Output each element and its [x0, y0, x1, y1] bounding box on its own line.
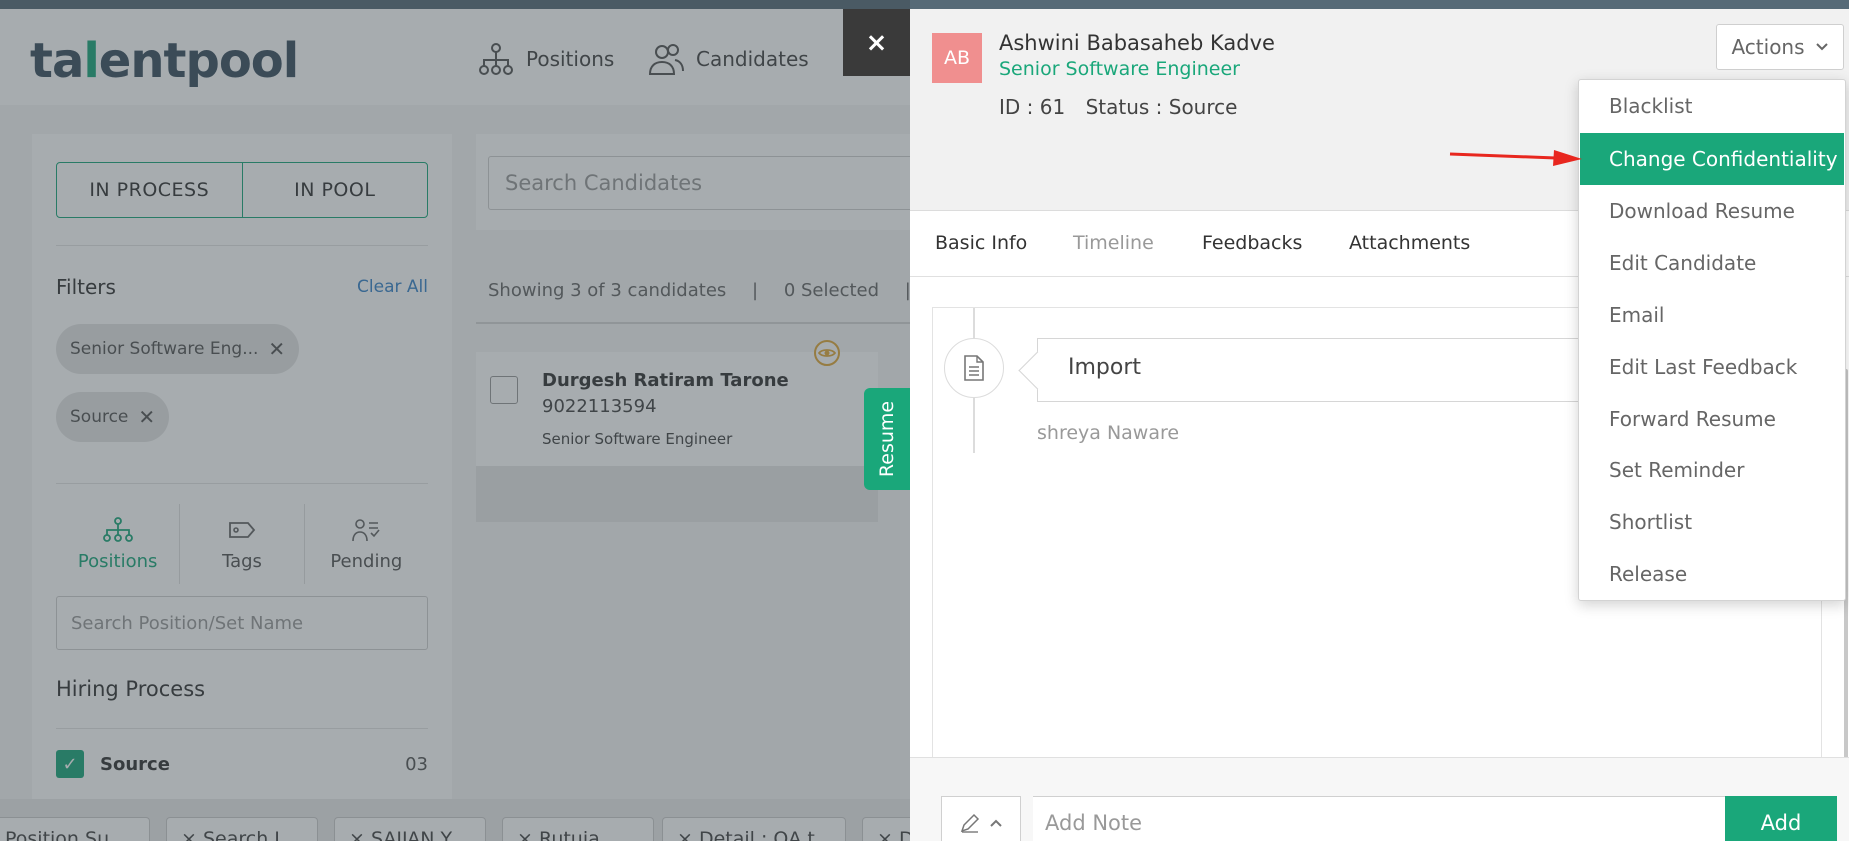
timeline-event-label: Import	[1068, 355, 1142, 380]
actions-label: Actions	[1731, 35, 1805, 59]
menu-item-release[interactable]: Release	[1580, 548, 1844, 600]
menu-item-change-confidentiality[interactable]: Change Confidentiality	[1580, 133, 1844, 185]
menu-item-blacklist[interactable]: Blacklist	[1580, 80, 1844, 132]
resume-tab-label: Resume	[876, 400, 898, 478]
menu-item-shortlist[interactable]: Shortlist	[1580, 496, 1844, 548]
menu-item-set-reminder[interactable]: Set Reminder	[1580, 444, 1844, 496]
candidate-status: Status : Source	[1085, 95, 1238, 119]
close-panel-button[interactable]: ×	[843, 9, 910, 76]
add-note-input[interactable]: Add Note	[1033, 796, 1733, 841]
actions-button[interactable]: Actions	[1716, 24, 1844, 70]
timeline-event: Import	[1037, 338, 1597, 402]
red-arrow-annotation	[1449, 150, 1582, 166]
candidate-id: ID : 61	[999, 95, 1066, 119]
menu-item-forward-resume[interactable]: Forward Resume	[1580, 393, 1844, 445]
pencil-icon	[960, 813, 980, 833]
tab-attachments[interactable]: Attachments	[1349, 232, 1470, 254]
candidate-name: Ashwini Babasaheb Kadve	[999, 31, 1275, 55]
menu-item-download-resume[interactable]: Download Resume	[1580, 185, 1844, 237]
timeline-user: shreya Naware	[1037, 422, 1180, 444]
resume-tab-button[interactable]: Resume	[864, 388, 910, 490]
modal-backdrop[interactable]	[0, 0, 910, 841]
menu-item-email[interactable]: Email	[1580, 289, 1844, 341]
chevron-up-icon	[990, 819, 1002, 827]
candidate-role: Senior Software Engineer	[999, 58, 1240, 80]
tab-basic-info[interactable]: Basic Info	[935, 232, 1027, 254]
menu-item-edit-candidate[interactable]: Edit Candidate	[1580, 237, 1844, 289]
note-composer: Add Note Add	[910, 757, 1849, 841]
tab-timeline[interactable]: Timeline	[1073, 232, 1154, 254]
actions-dropdown-menu: Blacklist Change Confidentiality Downloa…	[1578, 79, 1846, 601]
note-type-selector[interactable]	[941, 796, 1021, 841]
tab-feedbacks[interactable]: Feedbacks	[1202, 232, 1302, 254]
add-note-button[interactable]: Add	[1725, 796, 1837, 841]
avatar: AB	[932, 33, 982, 83]
menu-item-edit-last-feedback[interactable]: Edit Last Feedback	[1580, 341, 1844, 393]
document-icon	[944, 338, 1004, 398]
candidate-meta: ID : 61 Status : Source	[999, 95, 1251, 119]
chevron-down-icon	[1815, 43, 1828, 51]
